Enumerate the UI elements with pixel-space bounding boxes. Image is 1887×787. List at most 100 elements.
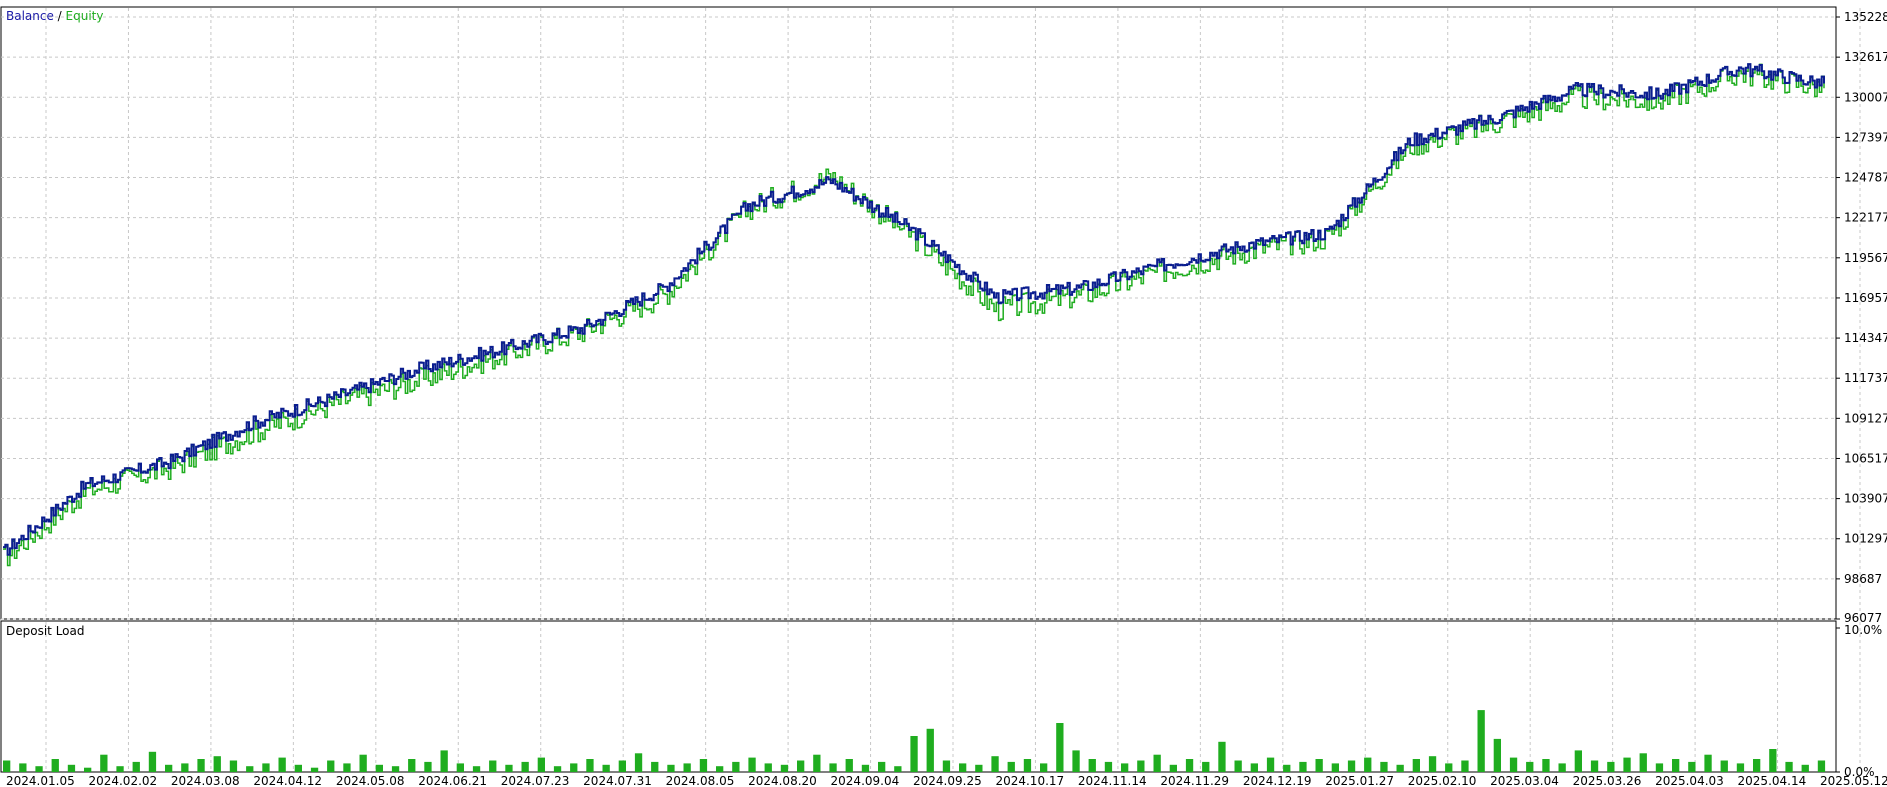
deposit-load-bar: [1104, 761, 1113, 772]
x-tick-label: 2024.12.19: [1243, 774, 1312, 787]
x-tick-label: 2024.01.05: [6, 774, 75, 787]
deposit-load-bar: [165, 764, 173, 772]
deposit-load-bar: [1445, 763, 1453, 772]
x-tick-label: 2025.04.14: [1738, 774, 1807, 787]
deposit-load-bar: [1137, 760, 1145, 772]
main-y-axis-labels: 135228 132617 130007 127397 124787 122177 1195…: [1836, 10, 1887, 625]
deposit-load-bar: [1283, 764, 1291, 772]
deposit-load-bar: [959, 763, 967, 772]
deposit-load-bar: [845, 759, 853, 772]
deposit-load-bar: [618, 760, 626, 772]
legend-separator: /: [54, 9, 66, 23]
deposit-load-bar: [1169, 764, 1177, 772]
y-tick-label: 116957: [1844, 291, 1887, 305]
x-tick-label: 2025.02.10: [1408, 774, 1477, 787]
deposit-load-bar: [975, 764, 983, 772]
deposit-load-bar: [489, 760, 497, 772]
x-tick-label: 2024.07.23: [501, 774, 570, 787]
x-tick-label: 2024.06.21: [418, 774, 487, 787]
deposit-load-bar: [1412, 759, 1420, 772]
deposit-load-bar: [894, 766, 902, 772]
deposit-load-bar: [1007, 761, 1015, 772]
y-tick-label: 124787: [1844, 171, 1887, 185]
deposit-load-bar: [1574, 750, 1582, 772]
x-tick-label: 2024.08.05: [666, 774, 735, 787]
deposit-load-bar: [1121, 763, 1129, 772]
deposit-load-bar: [1315, 759, 1323, 772]
legend-balance-label: Balance: [6, 9, 54, 23]
deposit-load-bar: [910, 736, 918, 772]
deposit-load-bar: [1623, 757, 1631, 772]
deposit-load-bar: [1526, 761, 1534, 772]
deposit-load-bar: [1153, 754, 1161, 772]
deposit-load-bar: [456, 763, 464, 772]
y-tick-label: 135228: [1844, 10, 1887, 24]
deposit-load-bar: [1639, 753, 1647, 772]
deposit-load-bar: [310, 767, 319, 772]
deposit-load-bar: [1477, 710, 1485, 772]
deposit-load-bar: [1785, 761, 1793, 772]
deposit-load-bar: [1266, 757, 1275, 772]
sub-y-tick-label-top: 10.0%: [1844, 623, 1882, 637]
deposit-load-bar: [343, 763, 351, 772]
deposit-load-bar: [197, 759, 205, 772]
y-tick-label: 101297: [1844, 532, 1887, 546]
deposit-load-bar: [861, 764, 870, 772]
deposit-load-bar: [181, 763, 189, 772]
deposit-load-bar: [683, 763, 691, 772]
deposit-load-bar: [1088, 759, 1096, 772]
deposit-load-bar: [213, 756, 221, 772]
deposit-load-bar: [1380, 761, 1388, 772]
x-tick-label: 2024.02.02: [88, 774, 157, 787]
x-axis-labels: 2024.01.05 2024.02.02 2024.03.08 2024.04.12…: [6, 774, 1887, 787]
deposit-load-bar: [132, 761, 140, 772]
x-tick-label: 2024.03.08: [171, 774, 240, 787]
deposit-load-bar: [1493, 738, 1501, 772]
deposit-load-bar: [634, 753, 643, 772]
deposit-load-bar: [51, 759, 59, 772]
x-tick-label: 2025.03.26: [1573, 774, 1642, 787]
y-tick-label: 98687: [1844, 572, 1882, 586]
deposit-load-bar: [505, 764, 513, 772]
deposit-load-bar: [553, 766, 562, 772]
deposit-load-bar: [148, 751, 157, 772]
deposit-load-bar: [732, 761, 740, 772]
deposit-load-bar: [246, 766, 254, 772]
deposit-load-bar: [942, 760, 951, 772]
deposit-load-bar: [1428, 756, 1437, 772]
deposit-load-bar: [375, 764, 383, 772]
deposit-load-bar: [1185, 759, 1194, 772]
deposit-load-bar: [1688, 761, 1696, 772]
deposit-load-bar: [764, 763, 772, 772]
deposit-load-bar: [1509, 757, 1518, 772]
deposit-load-title: Deposit Load: [6, 624, 84, 638]
y-tick-label: 106517: [1844, 451, 1887, 465]
deposit-load-bar: [780, 764, 789, 772]
deposit-load-bar: [1396, 764, 1404, 772]
deposit-load-bar: [1736, 763, 1745, 772]
deposit-load-bar: [84, 767, 92, 772]
y-tick-label: 109127: [1844, 411, 1887, 425]
deposit-load-bar: [262, 763, 270, 772]
y-tick-label: 127397: [1844, 130, 1887, 144]
deposit-load-bar: [602, 764, 610, 772]
y-tick-label: 132617: [1844, 50, 1887, 64]
deposit-load-bar: [651, 761, 659, 772]
x-tick-label: 2025.03.04: [1490, 774, 1559, 787]
deposit-load-bar: [797, 760, 805, 772]
deposit-load-bar: [1023, 759, 1032, 772]
deposit-load-bar: [1590, 760, 1599, 772]
deposit-load-bar: [1655, 763, 1664, 772]
deposit-load-bar: [1753, 759, 1761, 772]
deposit-load-bar: [424, 761, 432, 772]
deposit-load-bar: [537, 757, 545, 772]
deposit-load-bar: [67, 764, 76, 772]
deposit-load-bar: [327, 760, 335, 772]
deposit-load-bar: [1234, 760, 1242, 772]
deposit-load-bar: [100, 754, 108, 772]
chart-svg: 135228 132617 130007 127397 124787 122177 1195…: [0, 6, 1887, 787]
deposit-load-bar: [472, 766, 481, 772]
x-tick-label: 2024.11.29: [1160, 774, 1229, 787]
deposit-load-bar: [1331, 763, 1339, 772]
deposit-load-bar: [667, 764, 675, 772]
